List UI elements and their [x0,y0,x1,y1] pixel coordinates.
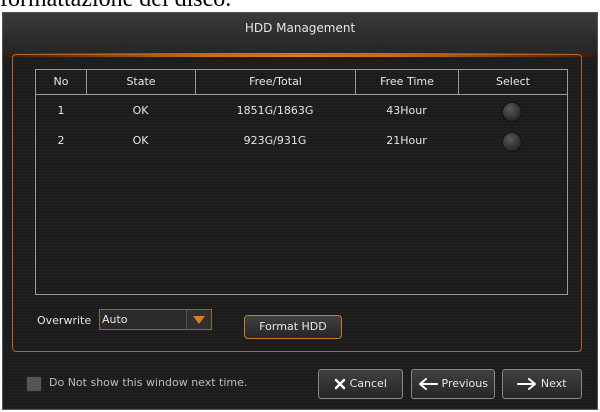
overwrite-select[interactable]: Auto [99,309,212,330]
window-title: HDD Management [244,21,356,35]
cell-no: 2 [57,134,65,147]
column-header-no: No [53,75,69,88]
table-row[interactable]: 1 OK 1851G/1863G 43Hour [36,96,567,126]
previous-label: Previous [441,377,489,390]
cell-free-time: 43Hour [386,104,427,117]
cell-state: OK [132,104,149,117]
dont-show-checkbox[interactable] [26,376,42,392]
hdd-table: No State Free/Total Free Time Select 1 O… [35,69,568,295]
dont-show-label: Do Not show this window next time. [49,376,248,389]
cancel-button[interactable]: Cancel [318,369,403,399]
column-header-select: Select [458,70,567,94]
chevron-down-icon [193,316,205,324]
next-button[interactable]: Next [502,369,582,399]
select-radio-1[interactable] [502,102,522,122]
cell-state: OK [132,134,149,147]
cell-no: 1 [57,104,65,117]
dropdown-toggle[interactable] [186,310,211,329]
page: formattazione del disco. HDD Management … [0,0,600,412]
overwrite-select-value: Auto [102,313,128,326]
cell-free-total: 1851G/1863G [236,104,314,117]
title-bar: HDD Management [3,13,597,55]
table-row[interactable]: 2 OK 923G/931G 21Hour [36,126,567,156]
overwrite-label: Overwrite [37,314,92,327]
cell-free-time: 21Hour [386,134,427,147]
table-header: No State Free/Total Free Time Select [36,70,567,95]
cell-free-total: 923G/931G [243,134,307,147]
cancel-label: Cancel [349,377,387,390]
column-header-free-time: Free Time [355,70,458,94]
column-header-state: State [86,70,195,94]
select-radio-2[interactable] [502,132,522,152]
arrow-left-icon [419,378,438,390]
previous-button[interactable]: Previous [411,369,495,399]
column-header-free-total: Free/Total [195,70,355,94]
arrow-right-icon [517,378,537,390]
format-hdd-button[interactable]: Format HDD [244,315,342,339]
x-icon [334,378,346,390]
next-label: Next [540,377,567,390]
